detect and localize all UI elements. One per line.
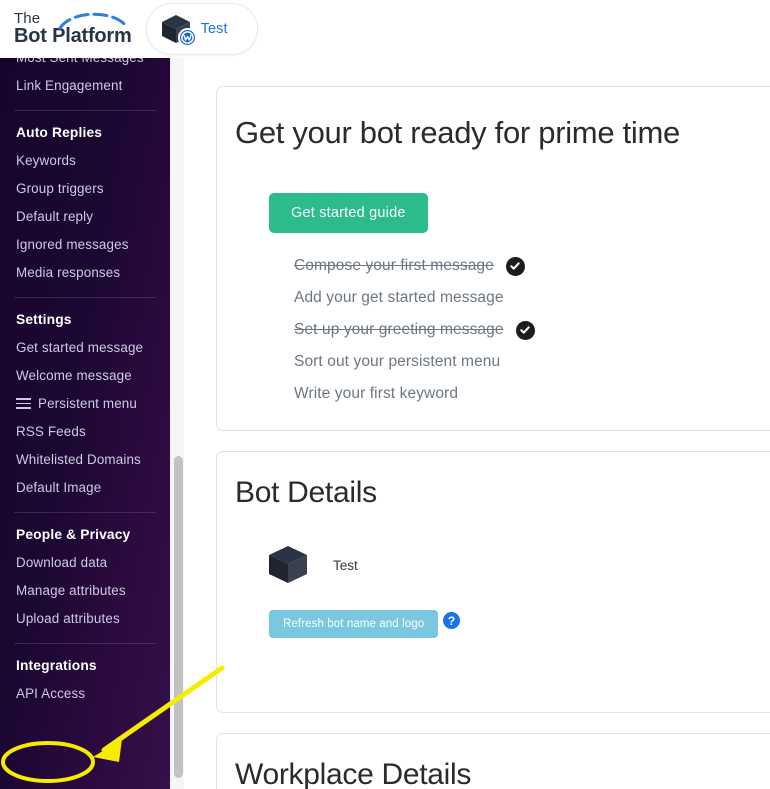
- bot-selector-pill[interactable]: Test: [145, 3, 258, 55]
- hexagon-arrow-icon: [267, 385, 284, 404]
- sidebar-item-label: Upload attributes: [16, 611, 120, 626]
- sidebar-heading-integrations: Integrations: [16, 658, 97, 673]
- sidebar-item-link-engagement[interactable]: Link Engagement: [0, 72, 170, 100]
- checklist-item-label: Add your get started message: [294, 289, 504, 306]
- brand-logo[interactable]: The Bot Platform: [14, 11, 132, 47]
- sidebar-divider: [14, 297, 156, 298]
- sidebar-divider: [14, 110, 156, 111]
- checklist-item[interactable]: Compose your first message: [267, 250, 535, 282]
- page-title: Get your bot ready for prime time: [235, 115, 680, 150]
- sidebar-heading-auto-replies: Auto Replies: [16, 125, 103, 140]
- sidebar-item-label: Default Image: [16, 480, 102, 495]
- sidebar-item-label: Default reply: [16, 209, 94, 224]
- sidebar: Most Sent Messages Link Engagement Auto Re…: [0, 58, 170, 789]
- sidebar-scroll-content: Most Sent Messages Link Engagement Auto Re…: [0, 58, 170, 720]
- sidebar-item-label: Get started message: [16, 340, 144, 355]
- checklist-item-label: Write your first keyword: [294, 385, 459, 402]
- get-started-guide-button[interactable]: Get started guide: [269, 193, 428, 233]
- sidebar-item-label: Manage attributes: [16, 583, 126, 598]
- top-bar: The Bot Platform Test: [0, 0, 770, 58]
- sidebar-item-media-responses[interactable]: Media responses: [0, 259, 170, 287]
- cube-icon: [267, 544, 311, 586]
- sidebar-item-default-reply[interactable]: Default reply: [0, 203, 170, 231]
- sidebar-item-label: Ignored messages: [16, 237, 129, 252]
- checklist-item[interactable]: Add your get started message: [267, 282, 535, 314]
- bot-details-card: Bot Details Test Refresh bot name and lo…: [216, 451, 770, 713]
- hexagon-arrow-icon: [267, 289, 284, 308]
- app-root: The Bot Platform Test Most: [0, 0, 770, 789]
- sidebar-scrollbar[interactable]: [170, 58, 184, 789]
- checklist-item-label: Compose your first message: [294, 257, 494, 274]
- check-circle-icon: [505, 256, 525, 276]
- sidebar-item-rss-feeds[interactable]: RSS Feeds: [0, 418, 170, 446]
- sidebar-item-label: Group triggers: [16, 181, 104, 196]
- check-circle-icon: [515, 320, 535, 340]
- sidebar-item-keywords[interactable]: Keywords: [0, 147, 170, 175]
- sidebar-item-ignored-messages[interactable]: Ignored messages: [0, 231, 170, 259]
- sidebar-item-label: Welcome message: [16, 368, 132, 383]
- sidebar-item-label: Whitelisted Domains: [16, 452, 141, 467]
- sidebar-heading-settings: Settings: [16, 312, 72, 327]
- checklist-item-label: Sort out your persistent menu: [294, 353, 501, 370]
- hamburger-icon: [16, 397, 31, 410]
- sidebar-item-label: Most Sent Messages: [16, 58, 144, 65]
- setup-checklist: Compose your first message Add your get s…: [267, 250, 535, 410]
- checklist-item[interactable]: Write your first keyword: [267, 378, 535, 410]
- sidebar-item-most-sent-messages[interactable]: Most Sent Messages: [0, 58, 170, 72]
- bot-details-title: Bot Details: [235, 476, 377, 509]
- sidebar-item-persistent-menu[interactable]: Persistent menu: [0, 390, 170, 418]
- bot-pill-name: Test: [200, 21, 228, 37]
- sidebar-item-label: Link Engagement: [16, 78, 123, 93]
- prime-time-card: Get your bot ready for prime time Get st…: [216, 86, 770, 431]
- refresh-bot-name-and-logo-button[interactable]: Refresh bot name and logo: [269, 610, 439, 638]
- bot-name-label: Test: [333, 557, 358, 573]
- sidebar-divider: [14, 643, 156, 644]
- hexagon-icon: [267, 257, 284, 276]
- workplace-details-card: Workplace Details: [216, 733, 770, 789]
- sidebar-item-label: RSS Feeds: [16, 424, 86, 439]
- sidebar-item-label: Download data: [16, 555, 108, 570]
- sidebar-item-label: Keywords: [16, 153, 76, 168]
- sidebar-item-get-started-message[interactable]: Get started message: [0, 334, 170, 362]
- workplace-details-title: Workplace Details: [235, 758, 472, 789]
- bot-identity-row: Test: [267, 544, 358, 586]
- sidebar-divider: [14, 512, 156, 513]
- sidebar-item-group-triggers[interactable]: Group triggers: [0, 175, 170, 203]
- sidebar-heading-people-privacy: People & Privacy: [16, 527, 131, 542]
- sidebar-item-label: Media responses: [16, 265, 121, 280]
- checklist-item[interactable]: Sort out your persistent menu: [267, 346, 535, 378]
- sidebar-item-whitelisted-domains[interactable]: Whitelisted Domains: [0, 446, 170, 474]
- hexagon-arrow-icon: [267, 353, 284, 372]
- main-content: Get your bot ready for prime time Get st…: [184, 58, 770, 789]
- workplace-w-icon: [177, 28, 197, 47]
- dashed-arc-icon: [58, 12, 128, 30]
- sidebar-item-upload-attributes[interactable]: Upload attributes: [0, 605, 170, 633]
- sidebar-item-welcome-message[interactable]: Welcome message: [0, 362, 170, 390]
- sidebar-item-label: Persistent menu: [38, 396, 138, 411]
- sidebar-item-default-image[interactable]: Default Image: [0, 474, 170, 502]
- sidebar-item-download-data[interactable]: Download data: [0, 549, 170, 577]
- sidebar-scrollbar-thumb[interactable]: [173, 456, 183, 778]
- help-icon[interactable]: ?: [443, 612, 460, 629]
- sidebar-item-label: API Access: [16, 686, 86, 701]
- checklist-item[interactable]: Set up your greeting message: [267, 314, 535, 346]
- cube-icon: [160, 13, 197, 47]
- checklist-item-label: Set up your greeting message: [294, 321, 504, 338]
- sidebar-item-api-access[interactable]: API Access: [0, 680, 170, 708]
- hexagon-icon: [267, 321, 284, 340]
- sidebar-item-manage-attributes[interactable]: Manage attributes: [0, 577, 170, 605]
